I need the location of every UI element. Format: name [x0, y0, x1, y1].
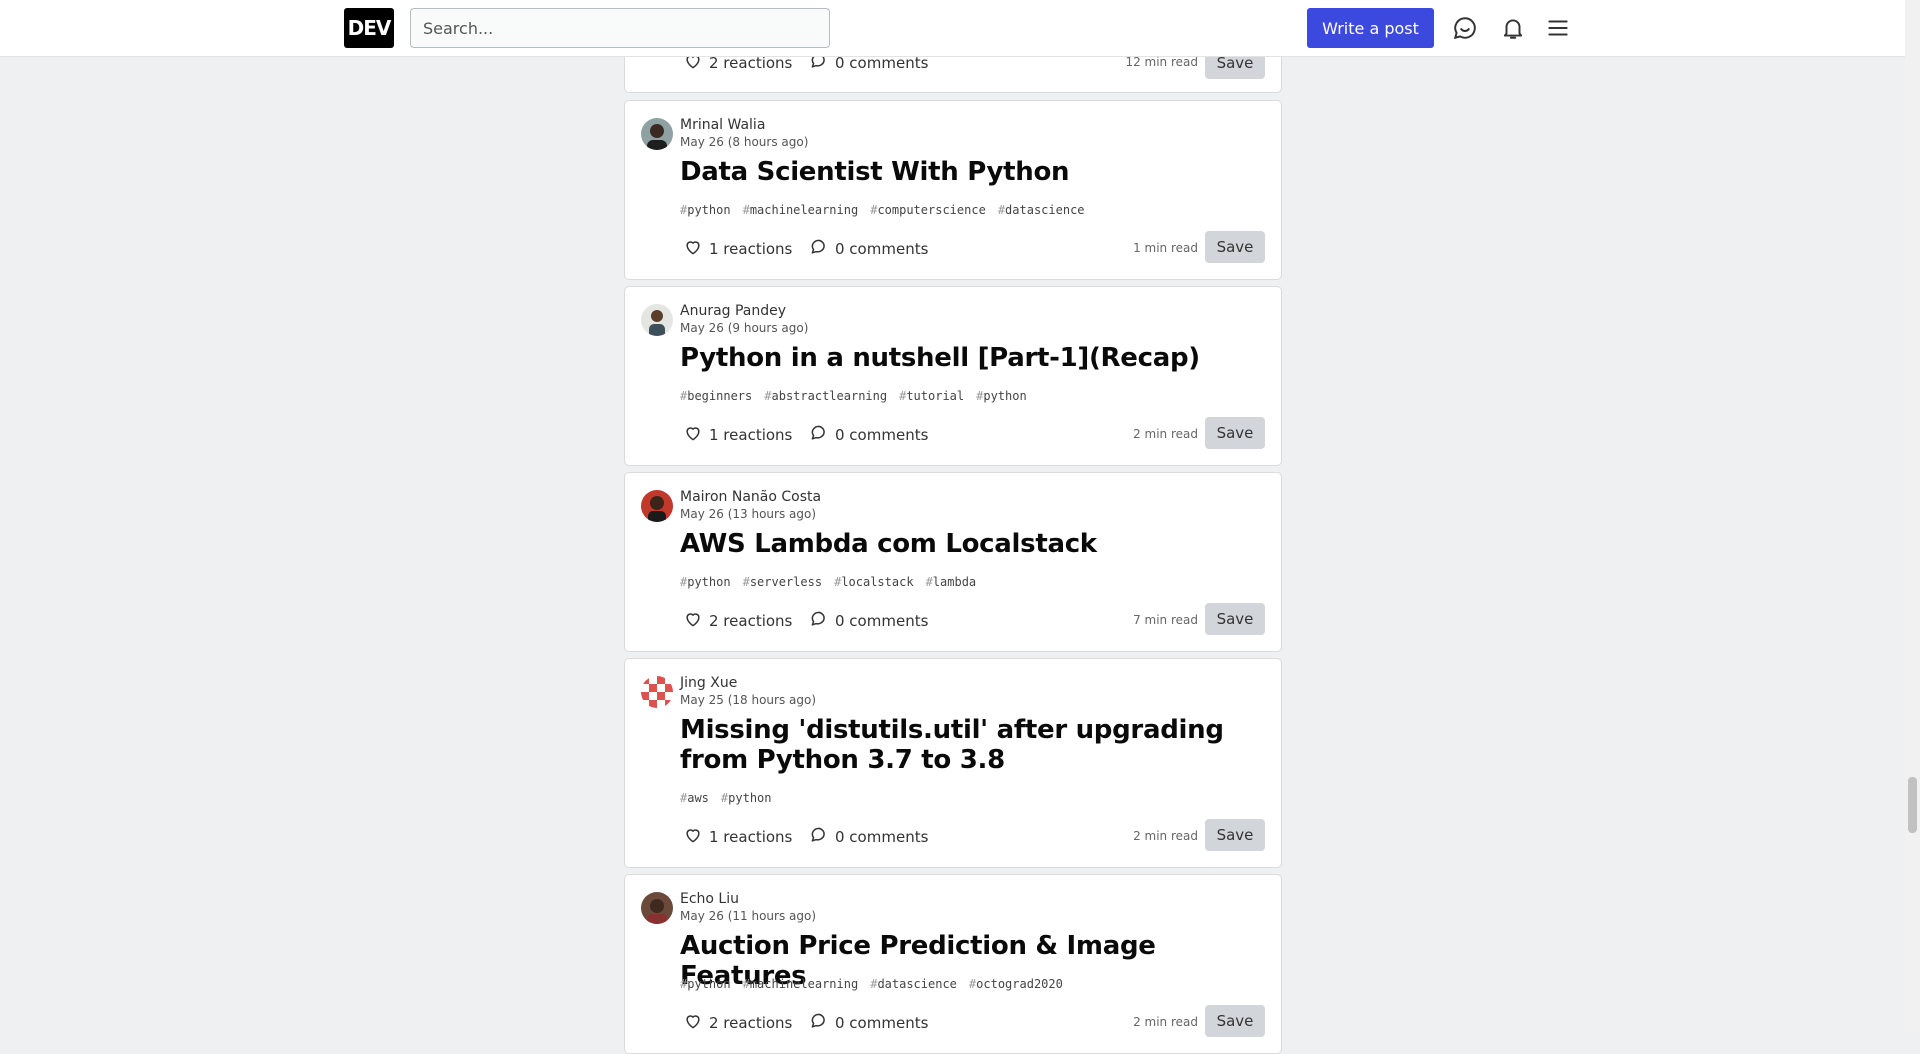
- comments-count: 0 comments: [835, 1014, 929, 1032]
- tag-link[interactable]: #serverless: [743, 575, 822, 589]
- tag-link[interactable]: #python: [680, 203, 731, 217]
- reactions-button[interactable]: 2 reactions: [683, 1011, 792, 1035]
- author-name[interactable]: Jing Xue: [680, 675, 737, 691]
- heart-icon: [683, 825, 703, 849]
- post-card[interactable]: Mrinal Walia May 26 (8 hours ago) Data S…: [624, 100, 1282, 280]
- avatar[interactable]: [641, 676, 673, 708]
- reactions-button[interactable]: 1 reactions: [683, 423, 792, 447]
- save-button[interactable]: Save: [1205, 1005, 1265, 1037]
- post-card[interactable]: Echo Liu May 26 (11 hours ago) Auction P…: [624, 874, 1282, 1054]
- comments-count: 0 comments: [835, 612, 929, 630]
- read-time: 7 min read: [1133, 613, 1198, 627]
- post-card[interactable]: Jing Xue May 25 (18 hours ago) Missing '…: [624, 658, 1282, 868]
- tag-link[interactable]: #machinelearning: [743, 977, 859, 991]
- comments-button[interactable]: 0 comments: [809, 609, 928, 633]
- tag-list: #python #machinelearning #datascience #o…: [680, 977, 1063, 991]
- author-name[interactable]: Anurag Pandey: [680, 303, 786, 319]
- reactions-count: 2 reactions: [709, 612, 793, 630]
- tag-link[interactable]: #python: [680, 575, 731, 589]
- top-header: DEV Write a post: [0, 0, 1905, 57]
- save-button[interactable]: Save: [1205, 231, 1265, 263]
- post-title[interactable]: Missing 'distutils.util' after upgrading…: [680, 715, 1240, 775]
- reactions-count: 1 reactions: [709, 240, 793, 258]
- tag-link[interactable]: #abstractlearning: [764, 389, 887, 403]
- heart-icon: [683, 237, 703, 261]
- avatar[interactable]: [641, 304, 673, 336]
- comments-button[interactable]: 0 comments: [809, 1011, 928, 1035]
- comments-count: 0 comments: [835, 828, 929, 846]
- author-name[interactable]: Mrinal Walia: [680, 117, 765, 133]
- comment-icon: [809, 1011, 829, 1035]
- post-title[interactable]: Data Scientist With Python: [680, 157, 1240, 187]
- tag-list: #python #serverless #localstack #lambda: [680, 575, 976, 589]
- reactions-count: 2 reactions: [709, 1014, 793, 1032]
- bell-icon[interactable]: [1500, 15, 1526, 41]
- read-time: 1 min read: [1133, 241, 1198, 255]
- tag-link[interactable]: #python: [721, 791, 772, 805]
- tag-link[interactable]: #python: [976, 389, 1027, 403]
- reactions-count: 1 reactions: [709, 828, 793, 846]
- avatar[interactable]: [641, 490, 673, 522]
- tag-link[interactable]: #localstack: [834, 575, 913, 589]
- tag-link[interactable]: #lambda: [926, 575, 977, 589]
- reactions-button[interactable]: 1 reactions: [683, 825, 792, 849]
- page-scrollbar[interactable]: [1905, 0, 1920, 1031]
- tag-list: #beginners #abstractlearning #tutorial #…: [680, 389, 1027, 403]
- menu-icon[interactable]: [1545, 15, 1571, 41]
- comment-icon: [809, 609, 829, 633]
- reactions-button[interactable]: 1 reactions: [683, 237, 792, 261]
- tag-link[interactable]: #machinelearning: [743, 203, 859, 217]
- avatar[interactable]: [641, 892, 673, 924]
- scrollbar-thumb[interactable]: [1908, 777, 1917, 833]
- write-post-button[interactable]: Write a post: [1307, 8, 1434, 48]
- post-title[interactable]: AWS Lambda com Localstack: [680, 529, 1240, 559]
- tag-link[interactable]: #beginners: [680, 389, 752, 403]
- read-time: 2 min read: [1133, 1015, 1198, 1029]
- tag-link[interactable]: #python: [680, 977, 731, 991]
- post-card[interactable]: Mairon Nanão Costa May 26 (13 hours ago)…: [624, 472, 1282, 652]
- tag-link[interactable]: #datascience: [998, 203, 1085, 217]
- tag-link[interactable]: #octograd2020: [969, 977, 1063, 991]
- comments-button[interactable]: 0 comments: [809, 423, 928, 447]
- search-input[interactable]: [410, 8, 830, 48]
- comment-icon: [809, 237, 829, 261]
- tag-link[interactable]: #computerscience: [870, 203, 986, 217]
- comment-icon: [809, 423, 829, 447]
- post-card[interactable]: Anurag Pandey May 26 (9 hours ago) Pytho…: [624, 286, 1282, 466]
- heart-icon: [683, 609, 703, 633]
- comments-button[interactable]: 0 comments: [809, 825, 928, 849]
- tag-link[interactable]: #aws: [680, 791, 709, 805]
- tag-list: #aws #python: [680, 791, 772, 805]
- comments-count: 0 comments: [835, 426, 929, 444]
- heart-icon: [683, 1011, 703, 1035]
- comment-icon: [809, 825, 829, 849]
- save-button[interactable]: Save: [1205, 417, 1265, 449]
- post-title[interactable]: Python in a nutshell [Part-1](Recap): [680, 343, 1240, 373]
- read-time: 2 min read: [1133, 427, 1198, 441]
- read-time: 2 min read: [1133, 829, 1198, 843]
- reactions-button[interactable]: 2 reactions: [683, 609, 792, 633]
- avatar[interactable]: [641, 118, 673, 150]
- heart-icon: [683, 423, 703, 447]
- reactions-count: 1 reactions: [709, 426, 793, 444]
- read-time: 12 min read: [1125, 55, 1198, 69]
- post-date[interactable]: May 26 (11 hours ago): [680, 909, 816, 923]
- author-name[interactable]: Mairon Nanão Costa: [680, 489, 821, 505]
- comments-button[interactable]: 0 comments: [809, 237, 928, 261]
- dev-logo[interactable]: DEV: [344, 8, 394, 48]
- post-date[interactable]: May 26 (13 hours ago): [680, 507, 816, 521]
- post-date[interactable]: May 26 (8 hours ago): [680, 135, 808, 149]
- tag-list: #python #machinelearning #computerscienc…: [680, 203, 1085, 217]
- post-date[interactable]: May 26 (9 hours ago): [680, 321, 808, 335]
- save-button[interactable]: Save: [1205, 819, 1265, 851]
- chat-icon[interactable]: [1452, 15, 1478, 41]
- post-date[interactable]: May 25 (18 hours ago): [680, 693, 816, 707]
- author-name[interactable]: Echo Liu: [680, 891, 739, 907]
- tag-link[interactable]: #tutorial: [899, 389, 964, 403]
- comments-count: 0 comments: [835, 240, 929, 258]
- tag-link[interactable]: #datascience: [870, 977, 957, 991]
- save-button[interactable]: Save: [1205, 603, 1265, 635]
